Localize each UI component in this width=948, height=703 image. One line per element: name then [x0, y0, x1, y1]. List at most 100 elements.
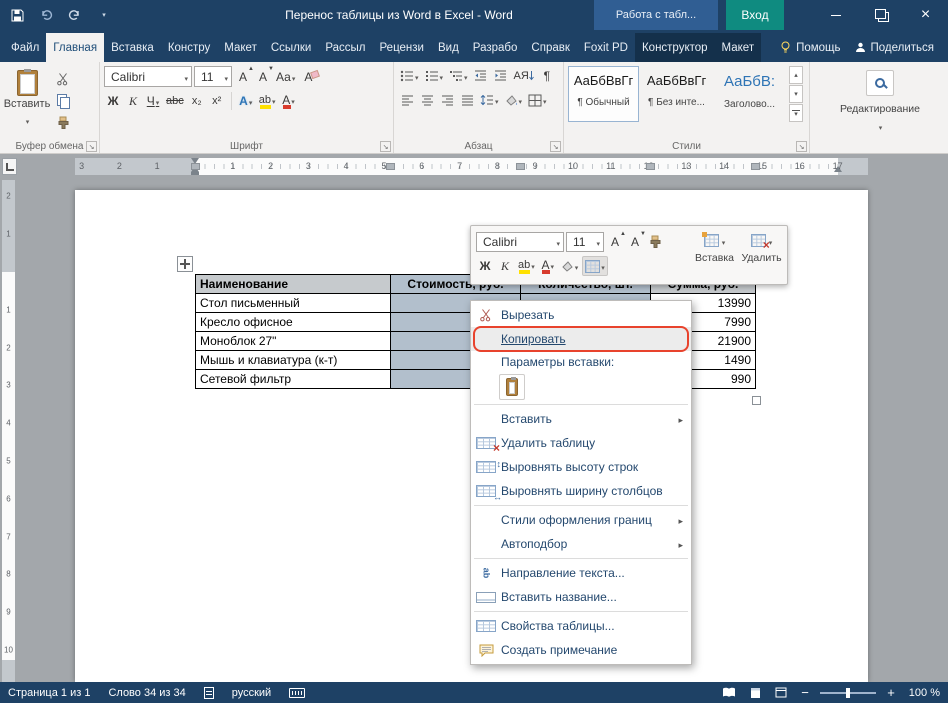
tab-table-layout[interactable]: Макет — [715, 33, 762, 62]
bold-button[interactable]: Ж — [104, 91, 122, 111]
keyboard-indicator[interactable] — [289, 688, 305, 698]
table-move-handle[interactable] — [177, 256, 193, 272]
mini-format-painter-button[interactable] — [646, 232, 664, 252]
redo-button[interactable] — [66, 5, 84, 25]
sign-in-button[interactable]: Вход — [726, 0, 784, 30]
tab-developer[interactable]: Разрабо — [466, 33, 525, 62]
menu-item-copy[interactable]: Копировать — [471, 327, 691, 351]
table-resize-handle[interactable] — [752, 396, 761, 405]
menu-item-distribute-columns[interactable]: Выровнять ширину столбцов — [471, 479, 691, 503]
tab-review[interactable]: Рецензи — [373, 33, 431, 62]
menu-item-insert-caption[interactable]: Вставить название... — [471, 585, 691, 609]
mini-font-color-button[interactable]: А — [539, 256, 557, 276]
tab-references[interactable]: Ссылки — [264, 33, 319, 62]
sort-button[interactable]: АЯ — [512, 66, 536, 86]
tab-selector[interactable] — [2, 158, 17, 175]
tab-help-tab[interactable]: Справк — [524, 33, 576, 62]
numbering-button[interactable] — [423, 66, 446, 86]
dialog-launcher-icon[interactable] — [380, 141, 391, 152]
menu-paste-option-keep-formatting[interactable] — [499, 374, 525, 400]
borders-button[interactable] — [526, 90, 549, 110]
strikethrough-button[interactable]: abc — [164, 91, 186, 111]
subscript-button[interactable]: х₂ — [188, 91, 206, 111]
paste-button[interactable]: Вставить — [4, 66, 50, 132]
zoom-in-button[interactable]: + — [884, 685, 898, 701]
font-name-select[interactable]: Calibri — [104, 66, 192, 87]
tab-help-assistant[interactable]: Помощь — [773, 33, 847, 62]
tab-design[interactable]: Констру — [161, 33, 217, 62]
styles-scroll-down-button[interactable] — [789, 85, 803, 103]
tab-home[interactable]: Главная — [46, 33, 104, 62]
ruler-column-marker[interactable] — [191, 163, 200, 170]
line-spacing-button[interactable] — [478, 90, 501, 110]
increase-indent-button[interactable] — [492, 66, 510, 86]
menu-item-autofit[interactable]: Автоподбор — [471, 532, 691, 556]
text-effects-button[interactable]: А — [237, 91, 255, 111]
dialog-launcher-icon[interactable] — [796, 141, 807, 152]
menu-item-delete-table[interactable]: Удалить таблицу — [471, 431, 691, 455]
close-button[interactable] — [903, 0, 948, 30]
tab-share[interactable]: Поделиться — [848, 33, 942, 62]
ruler-column-marker[interactable] — [646, 163, 655, 170]
mini-shading-button[interactable] — [559, 256, 581, 276]
restore-button[interactable] — [858, 0, 903, 30]
tab-view[interactable]: Вид — [431, 33, 466, 62]
tab-table-design[interactable]: Конструктор — [635, 33, 715, 62]
cell-name[interactable]: Мышь и клавиатура (к-т) — [196, 351, 391, 370]
undo-button[interactable] — [37, 5, 55, 25]
style-no-spacing[interactable]: АаБбВвГг¶ Без инте... — [641, 66, 712, 122]
menu-item-table-properties[interactable]: Свойства таблицы... — [471, 614, 691, 638]
clear-formatting-button[interactable]: А — [299, 67, 317, 87]
style-heading1[interactable]: АаБбВ:Заголово... — [714, 66, 785, 122]
dialog-launcher-icon[interactable] — [550, 141, 561, 152]
cell-name[interactable]: Моноблок 27" — [196, 332, 391, 351]
customize-qat-button[interactable]: ▾ — [95, 5, 113, 25]
menu-item-cut[interactable]: Вырезать — [471, 303, 691, 327]
superscript-button[interactable]: х² — [208, 91, 226, 111]
mini-font-size-select[interactable]: 11 — [566, 232, 604, 252]
language-indicator[interactable]: русский — [232, 687, 271, 699]
dialog-launcher-icon[interactable] — [86, 141, 97, 152]
page-indicator[interactable]: Страница 1 из 1 — [8, 687, 90, 699]
left-indent-marker[interactable] — [191, 172, 199, 175]
tab-mailings[interactable]: Рассыл — [318, 33, 372, 62]
grow-font-button[interactable]: А — [234, 67, 252, 87]
cell-name[interactable]: Кресло офисное — [196, 313, 391, 332]
save-button[interactable] — [8, 5, 26, 25]
justify-button[interactable] — [458, 90, 476, 110]
menu-item-distribute-rows[interactable]: Выровнять высоту строк — [471, 455, 691, 479]
ruler-column-marker[interactable] — [386, 163, 395, 170]
mini-insert-button[interactable]: Вставка — [691, 229, 738, 281]
mini-font-name-select[interactable]: Calibri — [476, 232, 564, 252]
decrease-indent-button[interactable] — [472, 66, 490, 86]
find-button[interactable] — [866, 70, 894, 96]
font-size-select[interactable]: 11 — [194, 66, 232, 87]
read-mode-button[interactable] — [720, 685, 738, 701]
mini-grow-font-button[interactable]: А — [606, 232, 624, 252]
align-left-button[interactable] — [398, 90, 416, 110]
ruler-column-marker[interactable] — [516, 163, 525, 170]
zoom-slider[interactable] — [820, 692, 876, 694]
highlight-color-button[interactable]: ab — [257, 91, 278, 111]
web-layout-button[interactable] — [772, 685, 790, 701]
mini-delete-button[interactable]: Удалить — [738, 229, 785, 281]
align-center-button[interactable] — [418, 90, 436, 110]
mini-bold-button[interactable]: Ж — [476, 256, 494, 276]
print-layout-button[interactable] — [746, 685, 764, 701]
styles-more-button[interactable] — [789, 104, 803, 122]
spellcheck-status[interactable] — [204, 687, 214, 699]
zoom-slider-handle[interactable] — [846, 688, 850, 698]
zoom-out-button[interactable]: − — [798, 685, 812, 701]
tab-file[interactable]: Файл — [4, 33, 46, 62]
mini-shrink-font-button[interactable]: А — [626, 232, 644, 252]
copy-button[interactable] — [54, 91, 72, 111]
menu-item-insert[interactable]: Вставить — [471, 407, 691, 431]
format-painter-button[interactable] — [54, 113, 72, 133]
underline-button[interactable]: Ч — [144, 91, 162, 111]
ruler-column-marker[interactable] — [751, 163, 760, 170]
shading-button[interactable] — [503, 90, 525, 110]
show-marks-button[interactable]: ¶ — [538, 66, 556, 86]
menu-item-border-styles[interactable]: Стили оформления границ — [471, 508, 691, 532]
menu-item-new-comment[interactable]: Создать примечание — [471, 638, 691, 662]
change-case-button[interactable]: Аа — [274, 67, 297, 87]
